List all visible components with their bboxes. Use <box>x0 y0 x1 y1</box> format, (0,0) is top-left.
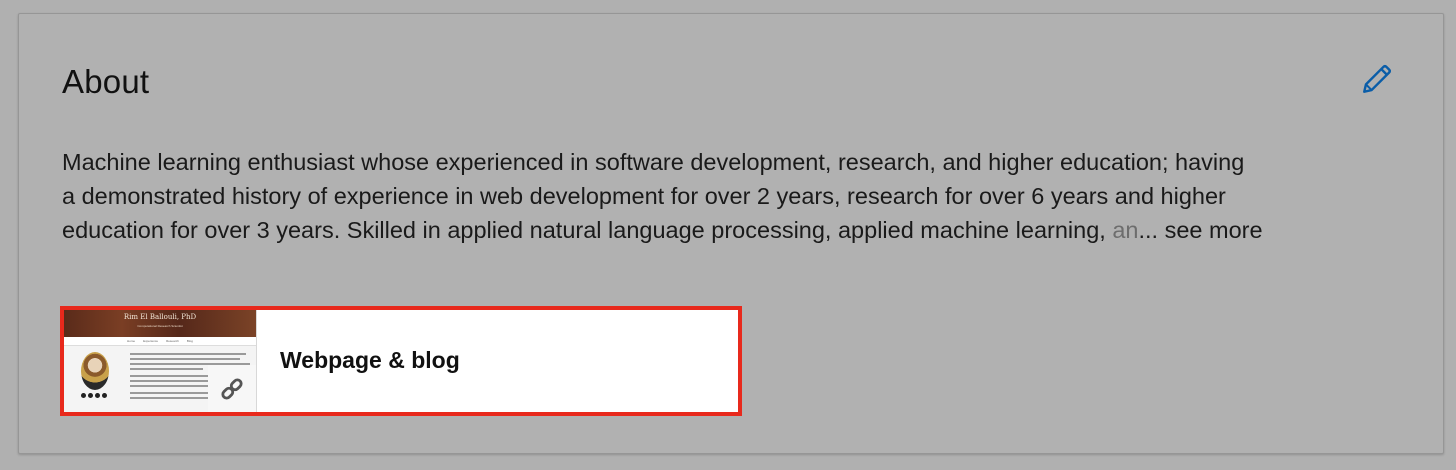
thumbnail-nav: Home Experience Research Blog <box>64 337 256 346</box>
summary-line: Machine learning enthusiast whose experi… <box>62 149 1245 175</box>
thumbnail-header: Rim El Ballouli, PhD Computational Resea… <box>64 310 256 337</box>
media-title: Webpage & blog <box>280 347 460 373</box>
summary-line: education for over 3 years. Skilled in a… <box>62 213 1432 247</box>
edit-button[interactable] <box>1356 58 1398 100</box>
about-card: About Machine learning enthusiast whose … <box>18 13 1444 454</box>
about-summary: Machine learning enthusiast whose experi… <box>62 145 1432 247</box>
media-thumbnail: Rim El Ballouli, PhD Computational Resea… <box>64 310 257 412</box>
pencil-icon <box>1363 64 1392 93</box>
section-title: About <box>62 63 150 100</box>
social-icon <box>95 393 100 398</box>
social-icon <box>102 393 107 398</box>
social-icon <box>88 393 93 398</box>
media-item-webpage[interactable]: Rim El Ballouli, PhD Computational Resea… <box>60 306 742 416</box>
see-more-link[interactable]: ... see more <box>1138 217 1262 243</box>
link-icon-button[interactable] <box>208 365 256 412</box>
thumbnail-avatar <box>81 352 109 390</box>
social-icon <box>81 393 86 398</box>
thumbnail-nav-item: Blog <box>186 339 193 343</box>
thumbnail-nav-item: Home <box>127 339 136 343</box>
summary-faded-text: an <box>1112 217 1139 243</box>
thumbnail-nav-item: Research <box>166 339 179 343</box>
thumbnail-social-icons <box>81 393 107 398</box>
summary-line: a demonstrated history of experience in … <box>62 183 1226 209</box>
summary-line-text: education for over 3 years. Skilled in a… <box>62 217 1113 243</box>
thumbnail-site-subtitle: Computational Research Scientist <box>137 324 183 328</box>
link-icon <box>221 377 243 400</box>
thumbnail-nav-item: Experience <box>143 339 159 343</box>
thumbnail-site-title: Rim El Ballouli, PhD <box>123 313 197 321</box>
